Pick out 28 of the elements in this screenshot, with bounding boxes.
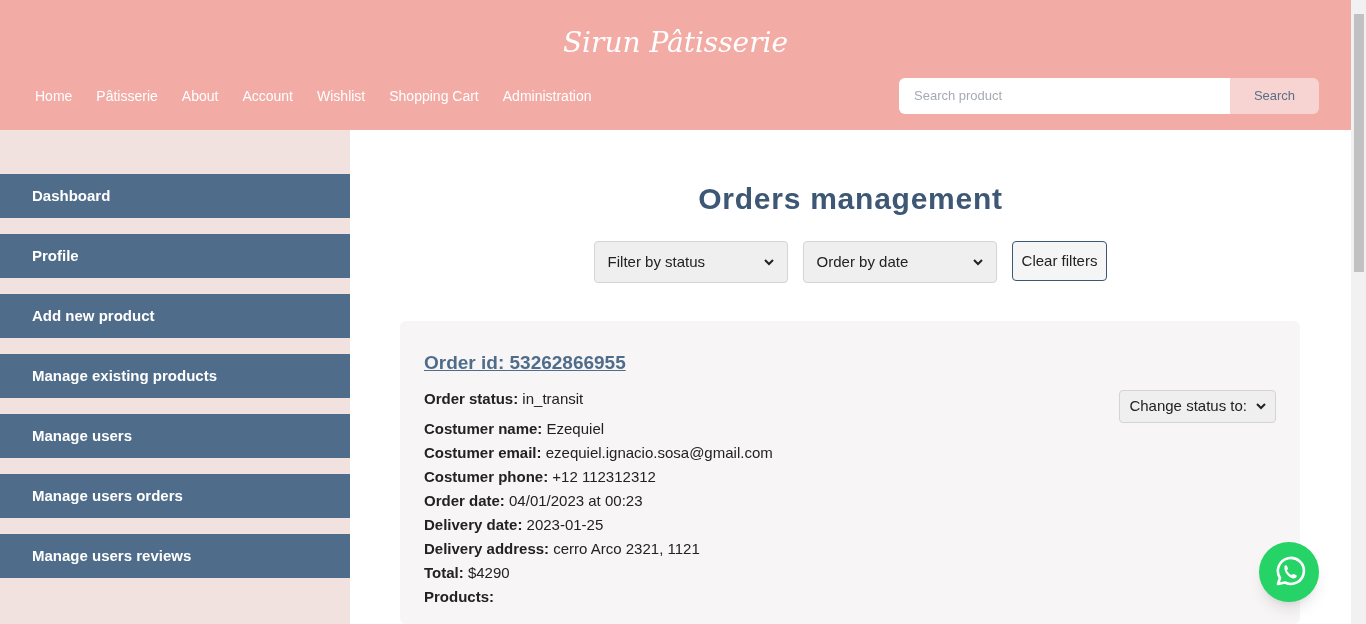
sidebar-item[interactable]: Manage existing products [0, 354, 350, 398]
sidebar-item[interactable]: Manage users reviews [0, 534, 350, 578]
order-detail: Delivery address: cerro Arco 2321, 1121 [424, 538, 701, 559]
order-detail: Costumer name: Ezequiel [424, 418, 606, 439]
order-status: Order status: in_transit [424, 388, 584, 409]
order-detail: Order date: 04/01/2023 at 00:23 [424, 490, 644, 511]
sidebar-item[interactable]: Manage users orders [0, 474, 350, 518]
search-field[interactable]: Search product [899, 78, 1230, 114]
search-button[interactable]: Search [1230, 78, 1319, 114]
order-detail: Costumer email: ezequiel.ignacio.sosa@gmail.com [424, 442, 774, 463]
sidebar-item[interactable]: Manage users [0, 414, 350, 458]
chevron-down-icon [1256, 402, 1266, 410]
order-detail: Total: $4290 [424, 562, 511, 583]
order-id-link[interactable]: Order id: 53262866955 [424, 349, 626, 378]
sidebar-item[interactable]: Profile [0, 234, 350, 278]
order-detail: Products: [424, 586, 495, 607]
chevron-down-icon [763, 258, 774, 266]
clear-filters-button[interactable]: Clear filters [1011, 241, 1108, 281]
scrollbar[interactable] [1351, 0, 1366, 624]
date-select[interactable]: Order by date [802, 241, 997, 283]
order-detail: Delivery date: 2023-01-25 [424, 514, 605, 535]
sidebar-item[interactable]: Dashboard [0, 174, 350, 218]
change-status-select[interactable]: Change status to: [1119, 389, 1276, 423]
page-title: Orders management [698, 181, 1003, 217]
chevron-down-icon [972, 258, 983, 266]
sidebar-item[interactable]: Add new product [0, 294, 350, 338]
order-detail: Costumer phone: +12 112312312 [424, 466, 657, 487]
status-select[interactable]: Filter by status [593, 241, 788, 283]
